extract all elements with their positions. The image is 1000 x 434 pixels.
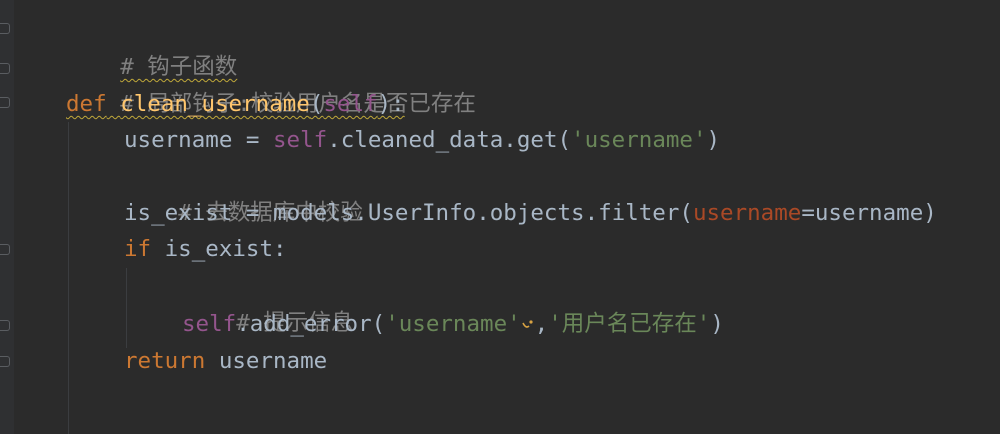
string-literal: '用户名已存在' bbox=[548, 311, 711, 337]
self-keyword: self bbox=[273, 127, 328, 153]
indent-guide bbox=[68, 122, 69, 434]
code-text: is_exist: bbox=[151, 236, 287, 262]
fold-marker-icon[interactable] bbox=[0, 244, 10, 255]
fold-marker-icon[interactable] bbox=[0, 63, 10, 74]
paren-close: ): bbox=[377, 91, 405, 117]
code-text: username bbox=[205, 348, 328, 374]
code-text: .cleaned_data.get( bbox=[327, 127, 572, 153]
code-line: # 钩子函数 bbox=[66, 12, 237, 80]
keyword-return: return bbox=[124, 348, 206, 374]
code-text: , bbox=[534, 311, 549, 337]
string-literal: 'username' bbox=[385, 311, 521, 337]
editor-gutter bbox=[0, 0, 14, 434]
indent-guide bbox=[126, 268, 127, 348]
code-line: is_exist = models.UserInfo.objects.filte… bbox=[124, 195, 937, 232]
keyword-def: def bbox=[66, 91, 107, 117]
code-line: # 局部钩子:校验用户名是否已存在 bbox=[66, 49, 476, 117]
code-text: =username) bbox=[801, 200, 937, 226]
self-keyword: self bbox=[182, 311, 237, 337]
function-name: clean_username bbox=[120, 91, 310, 117]
self-keyword: self bbox=[323, 91, 378, 117]
intention-bulb-icon[interactable] bbox=[521, 311, 535, 331]
code-line: # 去数据库中校验 bbox=[124, 158, 363, 226]
code-text: username = bbox=[124, 127, 274, 153]
paren-open: ( bbox=[309, 91, 324, 117]
code-line: def clean_username(self): bbox=[66, 86, 405, 123]
code-text: ) bbox=[706, 127, 721, 153]
keyword-if: if bbox=[124, 236, 152, 262]
string-literal: 'username' bbox=[571, 127, 707, 153]
code-line: # 提示信息 bbox=[182, 268, 353, 336]
code-text: is_exist = models.UserInfo.objects.filte… bbox=[124, 200, 693, 226]
fold-marker-icon[interactable] bbox=[0, 356, 10, 367]
code-text: .add_error( bbox=[236, 311, 386, 337]
code-text: ) bbox=[710, 311, 724, 337]
code-line: return username bbox=[124, 343, 327, 380]
fold-marker-icon[interactable] bbox=[0, 23, 10, 34]
fold-marker-icon[interactable] bbox=[0, 97, 10, 108]
keyword-argument: username bbox=[692, 200, 802, 226]
code-line: username = self.cleaned_data.get('userna… bbox=[124, 122, 720, 159]
code-line: self.add_error('username' ,'用户名已存在') bbox=[182, 306, 724, 343]
code-line: if is_exist: bbox=[124, 231, 287, 268]
fold-marker-icon[interactable] bbox=[0, 320, 10, 331]
